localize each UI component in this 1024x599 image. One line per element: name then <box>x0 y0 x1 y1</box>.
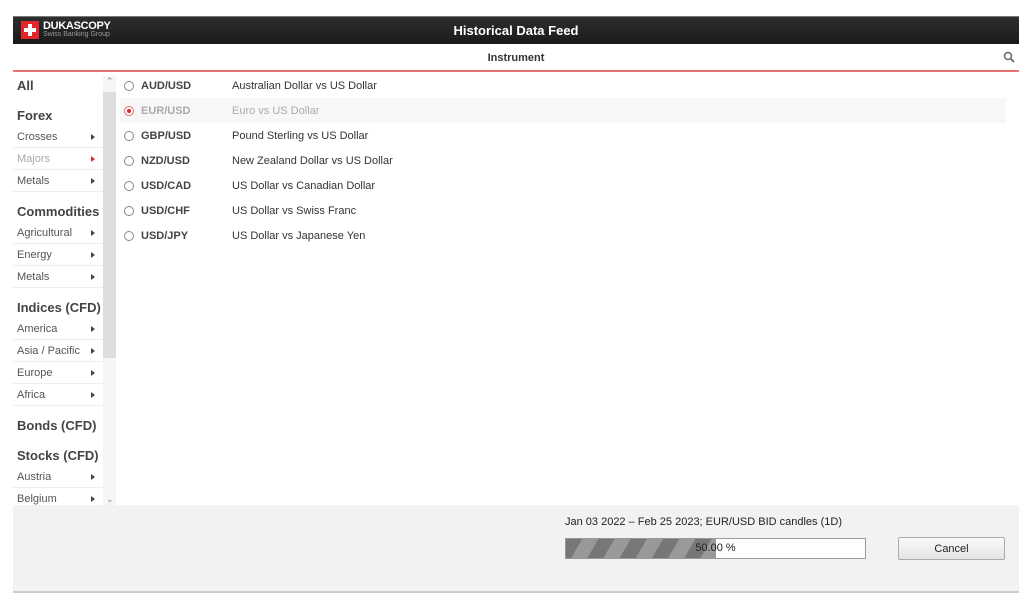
arrow-right-icon <box>91 370 95 376</box>
instrument-code: EUR/USD <box>141 104 191 117</box>
sidebar-label: Africa <box>17 389 46 401</box>
sidebar-category[interactable]: Commodities <box>13 202 103 222</box>
sidebar-category[interactable]: Forex <box>13 106 103 126</box>
instrument-name: Australian Dollar vs US Dollar <box>232 79 377 92</box>
sidebar-item[interactable]: Asia / Pacific <box>13 340 103 362</box>
sidebar-label: Energy <box>17 249 52 261</box>
instrument-bar: Instrument <box>13 44 1019 72</box>
instrument-row[interactable]: NZD/USD New Zealand Dollar vs US Dollar <box>120 148 1006 173</box>
instrument-name: New Zealand Dollar vs US Dollar <box>232 154 393 167</box>
arrow-right-icon <box>91 348 95 354</box>
instrument-code: USD/JPY <box>141 229 189 242</box>
window-title: Historical Data Feed <box>453 23 579 38</box>
instrument-row[interactable]: USD/CAD US Dollar vs Canadian Dollar <box>120 173 1006 198</box>
arrow-right-icon <box>91 230 95 236</box>
instrument-code: NZD/USD <box>141 154 190 167</box>
sidebar-item[interactable]: Agricultural <box>13 222 103 244</box>
sidebar-item[interactable]: Austria <box>13 466 103 488</box>
arrow-right-icon <box>91 392 95 398</box>
sidebar-label: Bonds (CFD) <box>17 418 97 433</box>
sidebar-label: America <box>17 323 58 335</box>
instrument-list: AUD/USD Australian Dollar vs US Dollar EUR… <box>120 73 1006 248</box>
radio-button[interactable] <box>124 180 134 191</box>
radio-button[interactable] <box>124 155 134 166</box>
instrument-name: US Dollar vs Japanese Yen <box>232 229 366 242</box>
instrument-row[interactable]: USD/JPY US Dollar vs Japanese Yen <box>120 223 1006 248</box>
scroll-down-icon[interactable]: ⌄ <box>106 494 114 505</box>
instrument-code: USD/CHF <box>141 204 190 217</box>
sidebar-category[interactable]: Bonds (CFD) <box>13 416 103 436</box>
sidebar-item[interactable]: Belgium <box>13 488 103 505</box>
progress-status: Jan 03 2022 – Feb 25 2023; EUR/USD BID c… <box>565 516 842 528</box>
sidebar-label: Forex <box>17 108 53 123</box>
sidebar-item[interactable]: Majors <box>13 148 103 170</box>
sidebar-label: Metals <box>17 175 50 187</box>
instrument-code: AUD/USD <box>141 79 192 92</box>
scroll-up-icon[interactable]: ⌃ <box>106 76 114 87</box>
sidebar-label: Majors <box>17 153 51 165</box>
sidebar-category[interactable]: All <box>13 76 103 96</box>
sidebar-item[interactable]: Metals <box>13 170 103 192</box>
arrow-right-icon <box>91 156 95 162</box>
sidebar-label: Crosses <box>17 131 58 143</box>
arrow-right-icon <box>91 252 95 258</box>
sidebar-label: All <box>17 78 34 93</box>
instrument-row[interactable]: EUR/USD Euro vs US Dollar <box>120 98 1006 123</box>
arrow-right-icon <box>91 496 95 502</box>
instrument-row[interactable]: AUD/USD Australian Dollar vs US Dollar <box>120 73 1006 98</box>
progress-label: 50.00 % <box>695 542 736 554</box>
instrument-row[interactable]: GBP/USD Pound Sterling vs US Dollar <box>120 123 1006 148</box>
sidebar-label: Commodities <box>17 204 100 219</box>
sidebar-item[interactable]: Metals <box>13 266 103 288</box>
instrument-name: US Dollar vs Swiss Franc <box>232 204 357 217</box>
radio-button[interactable] <box>124 230 134 241</box>
sidebar-scrollbar[interactable]: ⌃ ⌄ <box>103 76 116 505</box>
arrow-right-icon <box>91 474 95 480</box>
sidebar-category[interactable]: Indices (CFD) <box>13 298 103 318</box>
arrow-right-icon <box>91 274 95 280</box>
instrument-label: Instrument <box>487 52 545 64</box>
radio-button[interactable] <box>124 105 134 116</box>
radio-button[interactable] <box>124 205 134 216</box>
sidebar-label: Stocks (CFD) <box>17 448 99 463</box>
sidebar-label: Indices (CFD) <box>17 300 101 315</box>
sidebar-item[interactable]: Africa <box>13 384 103 406</box>
sidebar-item[interactable]: America <box>13 318 103 340</box>
arrow-right-icon <box>91 178 95 184</box>
progress-panel: Jan 03 2022 – Feb 25 2023; EUR/USD BID c… <box>13 505 1019 593</box>
sidebar-label: Metals <box>17 271 50 283</box>
search-icon[interactable] <box>1003 51 1015 63</box>
sidebar-label: Agricultural <box>17 227 73 239</box>
sidebar-item[interactable]: Energy <box>13 244 103 266</box>
instrument-name: Euro vs US Dollar <box>232 104 320 117</box>
sidebar-label: Europe <box>17 367 53 379</box>
sidebar-label: Belgium <box>17 493 57 505</box>
sidebar-label: Asia / Pacific <box>17 345 80 357</box>
scrollbar-thumb[interactable] <box>103 92 116 358</box>
title-bar: DUKASCOPY Swiss Banking Group Historical … <box>13 16 1019 44</box>
progress-bar: 50.00 % <box>565 538 866 559</box>
instrument-code: GBP/USD <box>141 129 192 142</box>
instrument-name: US Dollar vs Canadian Dollar <box>232 179 376 192</box>
cancel-button[interactable]: Cancel <box>898 537 1005 560</box>
radio-button[interactable] <box>124 130 134 141</box>
instrument-name: Pound Sterling vs US Dollar <box>232 129 369 142</box>
category-sidebar: All Forex Crosses Majors Metals Commodities Ag… <box>13 76 103 505</box>
sidebar-item[interactable]: Crosses <box>13 126 103 148</box>
sidebar-category[interactable]: Stocks (CFD) <box>13 446 103 466</box>
sidebar-item[interactable]: Europe <box>13 362 103 384</box>
radio-button[interactable] <box>124 80 134 91</box>
arrow-right-icon <box>91 134 95 140</box>
sidebar-label: Austria <box>17 471 52 483</box>
arrow-right-icon <box>91 326 95 332</box>
instrument-row[interactable]: USD/CHF US Dollar vs Swiss Franc <box>120 198 1006 223</box>
instrument-code: USD/CAD <box>141 179 192 192</box>
